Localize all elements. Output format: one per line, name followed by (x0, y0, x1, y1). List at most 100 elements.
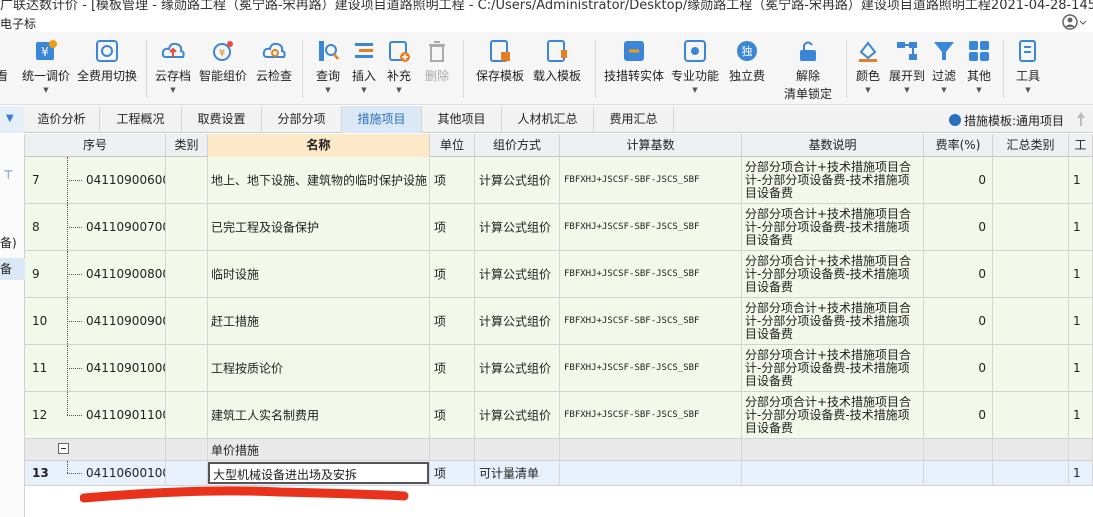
col-header-method[interactable]: 组价方式 (475, 134, 560, 157)
col-header-rate[interactable]: 费率(%) (924, 134, 993, 157)
insert-button[interactable]: 插入 ▼ (349, 38, 379, 100)
base-description: 分部分项合计+技术措施项目合计-分部分项设备费-技术措施项目设备费 (745, 301, 912, 341)
summary-type-cell[interactable] (993, 251, 1069, 297)
tab-cost-analysis[interactable]: 造价分析 (24, 106, 100, 133)
delete-button[interactable]: 删除 (422, 38, 452, 100)
summary-type-cell[interactable] (993, 298, 1069, 344)
table-row-selected[interactable]: 13 041106001001 项 可计量清单 1 大型机械设备进出场及安拆 (25, 461, 1093, 486)
base-description[interactable] (742, 461, 924, 485)
table-row[interactable]: 9 041109008001 临时设施 项 计算公式组价 FBFXHJ+JSCS… (25, 251, 1093, 298)
load-template-icon (547, 40, 567, 62)
svg-text:¥: ¥ (41, 45, 49, 59)
tree-line (67, 227, 82, 228)
query-button[interactable]: 查询 ▼ (313, 38, 343, 100)
cloud-check-button[interactable]: 云检查 (254, 38, 294, 100)
type-cell[interactable] (166, 251, 208, 297)
col-header-unit[interactable]: 单位 (430, 134, 475, 157)
table-row[interactable]: 11 041109010001 工程按质论价 项 计算公式组价 FBFXHJ+J… (25, 345, 1093, 392)
unified-price-icon: ¥ (36, 40, 57, 60)
rate-value[interactable] (924, 461, 993, 485)
convert-entity-button[interactable]: 技措转实体 (603, 38, 665, 100)
tab-labor-material-summary[interactable]: 人材机汇总 (502, 106, 594, 133)
col-header-base-desc[interactable]: 基数说明 (742, 134, 924, 157)
pricing-method: 可计量清单 (479, 466, 540, 481)
pin-icon[interactable] (1075, 111, 1087, 127)
summary-type-cell[interactable] (993, 461, 1069, 485)
summary-type-cell[interactable] (993, 204, 1069, 250)
item-code: 041109011001 (86, 408, 165, 422)
col-header-name[interactable]: 名称 (208, 134, 430, 157)
tab-fee-settings[interactable]: 取费设置 (182, 106, 262, 133)
other-button[interactable]: 其他 ▼ (964, 38, 994, 100)
color-icon (859, 41, 877, 62)
group-name: 单价措施 (211, 443, 260, 457)
load-template-button[interactable]: 载入模板 (531, 38, 583, 100)
tree-line (67, 368, 82, 369)
rate-value: 0 (978, 314, 986, 328)
type-cell[interactable] (166, 461, 208, 485)
base-description: 分部分项合计+技术措施项目合计-分部分项设备费-技术措施项目设备费 (745, 348, 912, 388)
independent-fee-icon: 独 (737, 41, 757, 61)
query-icon (319, 41, 339, 61)
type-cell[interactable] (166, 204, 208, 250)
save-template-button[interactable]: 保存模板 (474, 38, 526, 100)
pin-icon[interactable]: ⊤ (3, 168, 13, 182)
calc-base: FBFXHJ+JSCSF-SBF-JSCS_SBF (564, 363, 700, 373)
type-cell[interactable] (166, 157, 208, 203)
extra-value: 1 (1073, 314, 1081, 328)
tab-project-overview[interactable]: 工程概况 (100, 106, 182, 133)
cloud-save-button[interactable]: 云存档 ▼ (153, 38, 193, 100)
independent-fee-button[interactable]: 独 独立费 (727, 38, 767, 100)
filter-icon (934, 42, 954, 60)
summary-type-cell[interactable] (993, 392, 1069, 438)
unlock-list-button[interactable]: 解除 清单锁定 (778, 38, 838, 101)
type-cell[interactable] (166, 392, 208, 438)
tree-line (67, 274, 82, 275)
toolbar-separator (302, 40, 303, 98)
table-row[interactable]: 12 041109011001 建筑工人实名制费用 项 计算公式组价 FBFXH… (25, 392, 1093, 439)
pricing-method: 计算公式组价 (479, 267, 552, 282)
tree-line (67, 321, 82, 322)
left-tree-item-selected[interactable]: 备 (0, 258, 25, 280)
left-panel-toggle[interactable]: ▼ (0, 106, 24, 133)
summary-type-cell[interactable] (993, 345, 1069, 391)
view-button[interactable]: 看 (0, 38, 12, 100)
col-header-type[interactable]: 类别 (166, 134, 208, 157)
tab-sub-items[interactable]: 分部分项 (262, 106, 342, 133)
measure-template-label[interactable]: 措施模板:通用项目 (949, 112, 1064, 129)
smart-pricing-button[interactable]: ¥ 智能组价 (197, 38, 249, 100)
calc-base: FBFXHJ+JSCSF-SBF-JSCS_SBF (564, 316, 700, 326)
color-button[interactable]: 颜色 ▼ (853, 38, 883, 100)
tab-measure-items[interactable]: 措施项目 (342, 106, 422, 133)
insert-icon (355, 43, 373, 58)
left-tree-item[interactable]: 备) (0, 234, 17, 251)
type-cell[interactable] (166, 298, 208, 344)
name-edit-cell[interactable]: 大型机械设备进出场及安拆 (208, 462, 429, 484)
col-header-seq[interactable]: 序号 (25, 134, 166, 157)
unlock-icon (800, 41, 816, 61)
base-description: 分部分项合计+技术措施项目合计-分部分项设备费-技术措施项目设备费 (745, 207, 912, 247)
summary-type-cell[interactable] (993, 157, 1069, 203)
full-cost-switch-button[interactable]: 全费用切换 (75, 38, 139, 100)
group-row[interactable]: 单价措施 (25, 439, 1093, 461)
collapse-icon[interactable] (58, 443, 69, 454)
user-icon[interactable] (1061, 13, 1087, 31)
table-row[interactable]: 7 041109006001 地上、地下设施、建筑物的临时保护设施 项 计算公式… (25, 157, 1093, 204)
table-row[interactable]: 1 0 041109009001 赶工措施 项 计算公式组价 FBFXHJ+JSC… (25, 298, 1093, 345)
filter-button[interactable]: 过滤 ▼ (929, 38, 959, 100)
col-header-extra[interactable]: 工 (1069, 134, 1093, 157)
supplement-button[interactable]: 补充 ▼ (384, 38, 414, 100)
tools-button[interactable]: 工具 ▼ (1013, 38, 1043, 100)
table-row[interactable]: 8 041109007001 已完工程及设备保护 项 计算公式组价 FBFXHJ… (25, 204, 1093, 251)
type-cell (166, 439, 208, 460)
expand-to-button[interactable]: 展开到 ▼ (887, 38, 927, 100)
col-header-base[interactable]: 计算基数 (560, 134, 742, 157)
type-cell[interactable] (166, 345, 208, 391)
professional-button[interactable]: 专业功能 ▼ (669, 38, 721, 100)
menu-electronic-bid[interactable]: 电子标 (0, 15, 36, 32)
calc-base[interactable] (560, 461, 742, 485)
tab-fee-summary[interactable]: 费用汇总 (594, 106, 674, 133)
col-header-summary-type[interactable]: 汇总类别 (993, 134, 1069, 157)
unified-price-button[interactable]: ¥ 统一调价 ▼ (20, 38, 72, 100)
tab-other-items[interactable]: 其他项目 (422, 106, 502, 133)
